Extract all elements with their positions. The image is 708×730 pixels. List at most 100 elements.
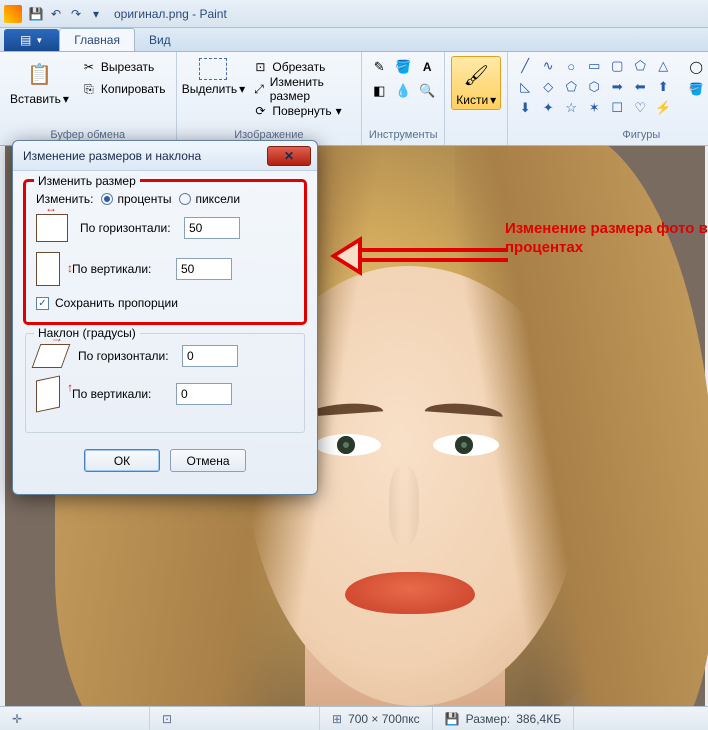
shape-roundrect-icon[interactable]: ▢: [606, 56, 628, 76]
shape-arrow-u-icon[interactable]: ⬆: [652, 77, 674, 97]
shape-hexagon-icon[interactable]: ⬡: [583, 77, 605, 97]
horizontal-input[interactable]: [184, 217, 240, 239]
group-brushes: 🖌 Кисти▾: [445, 52, 508, 145]
shape-arrow-l-icon[interactable]: ⬅: [629, 77, 651, 97]
shape-rect-icon[interactable]: ▭: [583, 56, 605, 76]
status-file-size: 💾Размер: 386,4КБ: [433, 707, 574, 730]
horizontal-label: По горизонтали:: [80, 221, 172, 235]
dropdown-icon: ▾: [490, 93, 496, 107]
shape-line-icon[interactable]: ╱: [514, 56, 536, 76]
close-icon: ✕: [284, 149, 294, 163]
group-shapes: ╱ ∿ ○ ▭ ▢ ⬠ △ ◺ ◇ ⬠ ⬡ ➡ ⬅ ⬆ ⬇ ✦ ☆ ✶ ☐ ♡: [508, 52, 708, 145]
ribbon-tabs: ▤ ▼ Главная Вид: [0, 28, 708, 52]
ribbon: 📋 Вставить▾ ✂Вырезать ⎘Копировать Буфер …: [0, 52, 708, 146]
eyedropper-tool-icon[interactable]: 💧: [392, 80, 414, 102]
ok-button[interactable]: ОК: [84, 449, 160, 472]
shape-arrow-d-icon[interactable]: ⬇: [514, 98, 536, 118]
cut-button[interactable]: ✂Вырезать: [77, 56, 170, 78]
rotate-button[interactable]: ⟳Повернуть ▾: [248, 100, 355, 122]
select-button[interactable]: Выделить▾: [183, 56, 245, 98]
outline-icon: ◯: [688, 59, 704, 75]
resize-legend: Изменить размер: [34, 174, 140, 188]
image-dims-icon: ⊞: [332, 712, 342, 726]
dropdown-icon: ▾: [336, 104, 342, 118]
radio-pixels[interactable]: пиксели: [179, 192, 240, 206]
annotation-arrowhead-icon: [330, 236, 362, 276]
keep-aspect-checkbox[interactable]: ✓ Сохранить пропорции: [36, 296, 294, 310]
shape-pentagon-icon[interactable]: ⬠: [560, 77, 582, 97]
shape-rtriangle-icon[interactable]: ◺: [514, 77, 536, 97]
crosshair-icon: ✛: [12, 712, 22, 726]
paste-button[interactable]: 📋 Вставить▾: [6, 56, 73, 108]
pencil-tool-icon[interactable]: ✎: [368, 56, 390, 78]
shape-arrow-r-icon[interactable]: ➡: [606, 77, 628, 97]
shape-oval-icon[interactable]: ○: [560, 56, 582, 76]
shape-outline-button[interactable]: ◯Контур▾: [684, 56, 708, 78]
shape-heart-icon[interactable]: ♡: [629, 98, 651, 118]
qat-save-icon[interactable]: 💾: [26, 4, 46, 24]
radio-percent[interactable]: проценты: [101, 192, 171, 206]
fill-icon: 🪣: [688, 81, 704, 97]
shape-star5-icon[interactable]: ☆: [560, 98, 582, 118]
paint-app-icon: [4, 5, 22, 23]
paste-label: Вставить: [10, 92, 61, 106]
select-label: Выделить: [182, 82, 237, 96]
radio-pixels-label: пиксели: [195, 192, 240, 206]
resize-fieldset: Изменить размер Изменить: проценты пиксе…: [25, 181, 305, 323]
tab-home[interactable]: Главная: [59, 28, 135, 51]
image-dims-value: 700 × 700пкс: [348, 712, 420, 726]
crop-label: Обрезать: [272, 60, 325, 74]
keep-aspect-label: Сохранить пропорции: [55, 296, 178, 310]
status-selection-size: ⊡: [150, 707, 320, 730]
brushes-button[interactable]: 🖌 Кисти▾: [451, 56, 501, 110]
text-tool-icon[interactable]: A: [416, 56, 438, 78]
disk-icon: 💾: [445, 712, 460, 726]
window-title: оригинал.png - Paint: [114, 7, 227, 21]
group-clipboard: 📋 Вставить▾ ✂Вырезать ⎘Копировать Буфер …: [0, 52, 177, 145]
vertical-resize-icon: [36, 252, 60, 286]
group-image: Выделить▾ ⊡Обрезать ⤢Изменить размер ⟳По…: [177, 52, 363, 145]
annotation-text: Изменение размера фото в процентах: [505, 220, 708, 258]
shape-diamond-icon[interactable]: ◇: [537, 77, 559, 97]
selection-size-icon: ⊡: [162, 712, 172, 726]
resize-label: Изменить размер: [270, 75, 352, 103]
magnifier-tool-icon[interactable]: 🔍: [416, 80, 438, 102]
shape-fill-button[interactable]: 🪣Заливка▾: [684, 78, 708, 100]
shape-polygon-icon[interactable]: ⬠: [629, 56, 651, 76]
rotate-icon: ⟳: [252, 103, 268, 119]
dropdown-icon: ▾: [239, 82, 245, 96]
shape-callout-icon[interactable]: ☐: [606, 98, 628, 118]
fill-tool-icon[interactable]: 🪣: [392, 56, 414, 78]
annotation-arrow-icon: [358, 248, 508, 262]
skew-vertical-label: По вертикали:: [72, 387, 164, 401]
shape-star4-icon[interactable]: ✦: [537, 98, 559, 118]
qat-undo-icon[interactable]: ↶: [46, 4, 66, 24]
dialog-titlebar[interactable]: Изменение размеров и наклона ✕: [13, 141, 317, 171]
qat-customize-icon[interactable]: ▾: [86, 4, 106, 24]
checkbox-checked-icon: ✓: [36, 297, 49, 310]
cancel-button[interactable]: Отмена: [170, 449, 246, 472]
horizontal-resize-icon: [36, 214, 68, 242]
tab-view[interactable]: Вид: [135, 29, 185, 51]
status-bar: ✛ ⊡ ⊞ 700 × 700пкс 💾Размер: 386,4КБ: [0, 706, 708, 730]
shape-curve-icon[interactable]: ∿: [537, 56, 559, 76]
eraser-tool-icon[interactable]: ◧: [368, 80, 390, 102]
resize-skew-dialog: Изменение размеров и наклона ✕ Изменить …: [12, 140, 318, 495]
shape-triangle-icon[interactable]: △: [652, 56, 674, 76]
skew-vertical-input[interactable]: [176, 383, 232, 405]
resize-icon: ⤢: [252, 81, 265, 97]
skew-horizontal-input[interactable]: [182, 345, 238, 367]
shapes-gallery[interactable]: ╱ ∿ ○ ▭ ▢ ⬠ △ ◺ ◇ ⬠ ⬡ ➡ ⬅ ⬆ ⬇ ✦ ☆ ✶ ☐ ♡: [514, 56, 674, 118]
horizontal-skew-icon: [32, 344, 71, 368]
file-menu-button[interactable]: ▤ ▼: [4, 29, 59, 51]
group-tools: ✎ 🪣 A ◧ 💧 🔍 Инструменты: [362, 52, 445, 145]
shape-star6-icon[interactable]: ✶: [583, 98, 605, 118]
select-rect-icon: [199, 58, 227, 80]
qat-redo-icon[interactable]: ↷: [66, 4, 86, 24]
vertical-skew-icon: [36, 375, 60, 412]
resize-button[interactable]: ⤢ Изменить размер: [248, 78, 355, 100]
dialog-close-button[interactable]: ✕: [267, 146, 311, 166]
vertical-input[interactable]: [176, 258, 232, 280]
copy-button[interactable]: ⎘Копировать: [77, 78, 170, 100]
shape-lightning-icon[interactable]: ⚡: [652, 98, 674, 118]
